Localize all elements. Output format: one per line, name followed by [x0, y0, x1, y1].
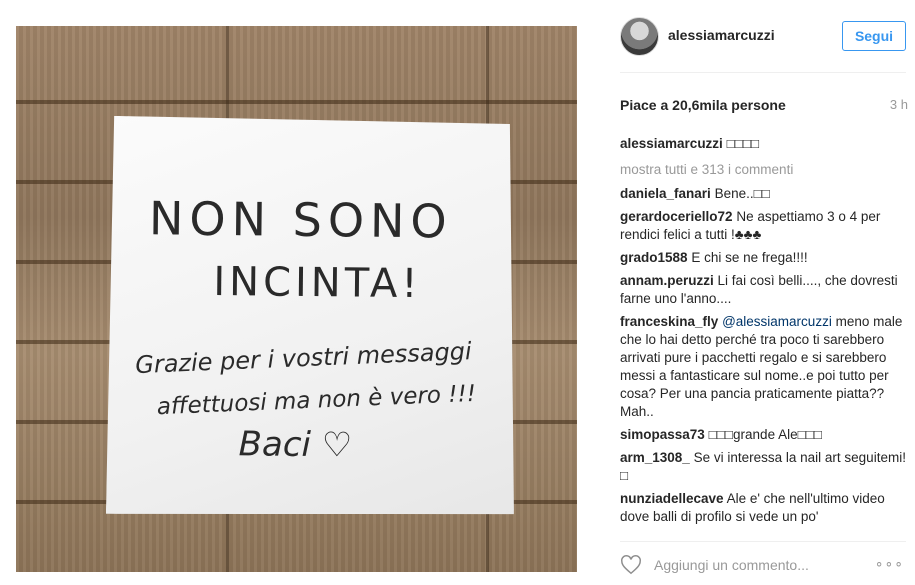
note-line-3: Grazie per i vostri messaggi [135, 337, 473, 379]
username-link[interactable]: alessiamarcuzzi [668, 27, 775, 43]
caption: alessiamarcuzzi □□□□ [620, 135, 910, 153]
comment-item: grado1588 E chi se ne frega!!!! [620, 249, 910, 267]
heart-icon[interactable] [620, 554, 642, 576]
add-comment-input[interactable]: Aggiungi un commento... [654, 557, 809, 573]
comment-item: simopassa73 □□□grande Ale□□□ [620, 426, 910, 444]
comment-text: E chi se ne frega!!!! [691, 250, 808, 265]
comment-mention[interactable]: @alessiamarcuzzi [722, 314, 832, 329]
comment-text: Bene..□□ [714, 186, 770, 201]
comments-list[interactable]: alessiamarcuzzi □□□□ mostra tutti e 313 … [620, 135, 910, 533]
footer-divider [620, 541, 906, 542]
post-side-panel: alessiamarcuzzi Segui Piace a 20,6mila p… [594, 0, 915, 585]
ellipsis-icon[interactable]: ∘∘∘ [875, 555, 904, 572]
note-line-2: INCINTA! [213, 259, 422, 307]
comment-user[interactable]: daniela_fanari [620, 186, 711, 201]
comment-item: gerardoceriello72 Ne aspettiamo 3 o 4 pe… [620, 208, 910, 244]
follow-button[interactable]: Segui [842, 21, 906, 51]
caption-user[interactable]: alessiamarcuzzi [620, 136, 723, 151]
comment-text: meno male che lo hai detto perché tra po… [620, 314, 903, 419]
note-line-1: NON SONO [149, 191, 453, 248]
post-time[interactable]: 3 h [890, 97, 908, 112]
napkin-note: NON SONO INCINTA! Grazie per i vostri me… [106, 116, 518, 518]
comment-user[interactable]: simopassa73 [620, 427, 705, 442]
post-header: alessiamarcuzzi Segui [594, 0, 915, 72]
caption-text: □□□□ [726, 136, 760, 151]
comment-user[interactable]: annam.peruzzi [620, 273, 714, 288]
show-all-comments-link[interactable]: mostra tutti e 313 i commenti [620, 161, 910, 179]
comment-user[interactable]: nunziadellecave [620, 491, 724, 506]
comment-item: nunziadellecave Ale e' che nell'ultimo v… [620, 490, 910, 526]
comment-item: arm_1308_ Se vi interessa la nail art se… [620, 449, 910, 485]
likes-count[interactable]: Piace a 20,6mila persone [620, 97, 786, 113]
header-divider [620, 72, 906, 73]
comment-user[interactable]: arm_1308_ [620, 450, 690, 465]
add-comment-bar: Aggiungi un commento... ∘∘∘ [620, 553, 910, 579]
note-line-4: affettuosi ma non è vero !!! [156, 381, 476, 420]
avatar[interactable] [620, 17, 659, 56]
comment-item: franceskina_fly @alessiamarcuzzi meno ma… [620, 313, 910, 421]
post-photo[interactable]: NON SONO INCINTA! Grazie per i vostri me… [16, 26, 577, 572]
comment-user[interactable]: gerardoceriello72 [620, 209, 733, 224]
comment-item: daniela_fanari Bene..□□ [620, 185, 910, 203]
comment-item: annam.peruzzi Li fai così belli...., che… [620, 272, 910, 308]
comment-text: □□□grande Ale□□□ [708, 427, 823, 442]
handwritten-note: NON SONO INCINTA! Grazie per i vostri me… [106, 116, 518, 518]
comment-user[interactable]: franceskina_fly [620, 314, 718, 329]
comment-user[interactable]: grado1588 [620, 250, 688, 265]
note-line-5: Baci ♡ [238, 424, 352, 465]
